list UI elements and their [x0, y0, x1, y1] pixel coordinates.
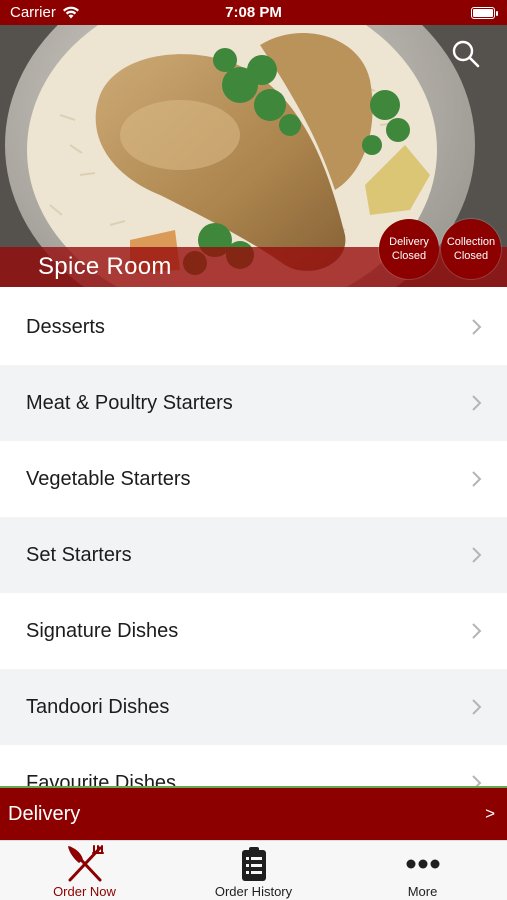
menu-category-list[interactable]: Desserts Meat & Poultry Starters Vegetab…: [0, 289, 507, 788]
search-icon[interactable]: [451, 39, 481, 69]
delivery-status-title: Delivery: [389, 236, 429, 248]
menu-category-set-starters[interactable]: Set Starters: [0, 517, 507, 593]
menu-category-tandoori-dishes[interactable]: Tandoori Dishes: [0, 669, 507, 745]
collection-status-title: Collection: [446, 236, 496, 248]
menu-category-label: Signature Dishes: [26, 619, 179, 642]
collection-status-value: Closed: [453, 250, 489, 262]
delivery-mode-bar[interactable]: Delivery >: [0, 788, 507, 840]
status-left: Carrier: [10, 4, 80, 21]
tab-more[interactable]: More: [338, 841, 507, 900]
menu-category-label: Set Starters: [26, 543, 132, 566]
carrier-label: Carrier: [10, 4, 56, 21]
menu-category-label: Meat & Poultry Starters: [26, 391, 233, 414]
battery-icon: [471, 6, 498, 19]
menu-category-signature-dishes[interactable]: Signature Dishes: [0, 593, 507, 669]
tab-order-now[interactable]: Order Now: [0, 841, 169, 900]
menu-category-desserts[interactable]: Desserts: [0, 289, 507, 365]
tab-icon-wrap: [406, 845, 440, 883]
chevron-right-icon: [472, 471, 482, 487]
menu-category-label: Desserts: [26, 315, 105, 338]
chevron-right-icon: [472, 319, 482, 335]
delivery-mode-label: Delivery: [8, 802, 81, 825]
ellipsis-icon: [406, 859, 439, 869]
tab-order-history[interactable]: Order History: [169, 841, 338, 900]
menu-category-favourite-dishes[interactable]: Favourite Dishes: [0, 745, 507, 788]
fork-knife-icon: [67, 845, 104, 882]
menu-category-vegetable-starters[interactable]: Vegetable Starters: [0, 441, 507, 517]
delivery-mode-arrow: >: [485, 804, 495, 823]
tab-bar: Order Now Order History More: [0, 840, 507, 900]
menu-category-label: Tandoori Dishes: [26, 695, 170, 718]
tab-label: More: [407, 884, 438, 899]
tab-icon-wrap: [64, 845, 106, 883]
delivery-status-badge: Delivery Closed: [379, 219, 439, 279]
chevron-right-icon: [472, 699, 482, 715]
clipboard-icon: [241, 847, 266, 881]
collection-status-badge: Collection Closed: [441, 219, 501, 279]
chevron-right-icon: [472, 395, 482, 411]
restaurant-name: Spice Room: [38, 253, 172, 280]
menu-category-meat-poultry-starters[interactable]: Meat & Poultry Starters: [0, 365, 507, 441]
chevron-right-icon: [472, 547, 482, 563]
restaurant-hero: Spice Room Delivery Closed Collection Cl…: [0, 25, 507, 287]
wifi-icon: [62, 6, 79, 19]
menu-category-label: Vegetable Starters: [26, 467, 191, 490]
tab-label: Order Now: [53, 884, 116, 899]
tab-label: Order History: [214, 884, 293, 899]
status-time: 7:08 PM: [225, 4, 282, 21]
tab-icon-wrap: [240, 845, 268, 883]
delivery-status-value: Closed: [391, 250, 427, 262]
status-bar: Carrier 7:08 PM: [0, 0, 507, 25]
chevron-right-icon: [472, 623, 482, 639]
